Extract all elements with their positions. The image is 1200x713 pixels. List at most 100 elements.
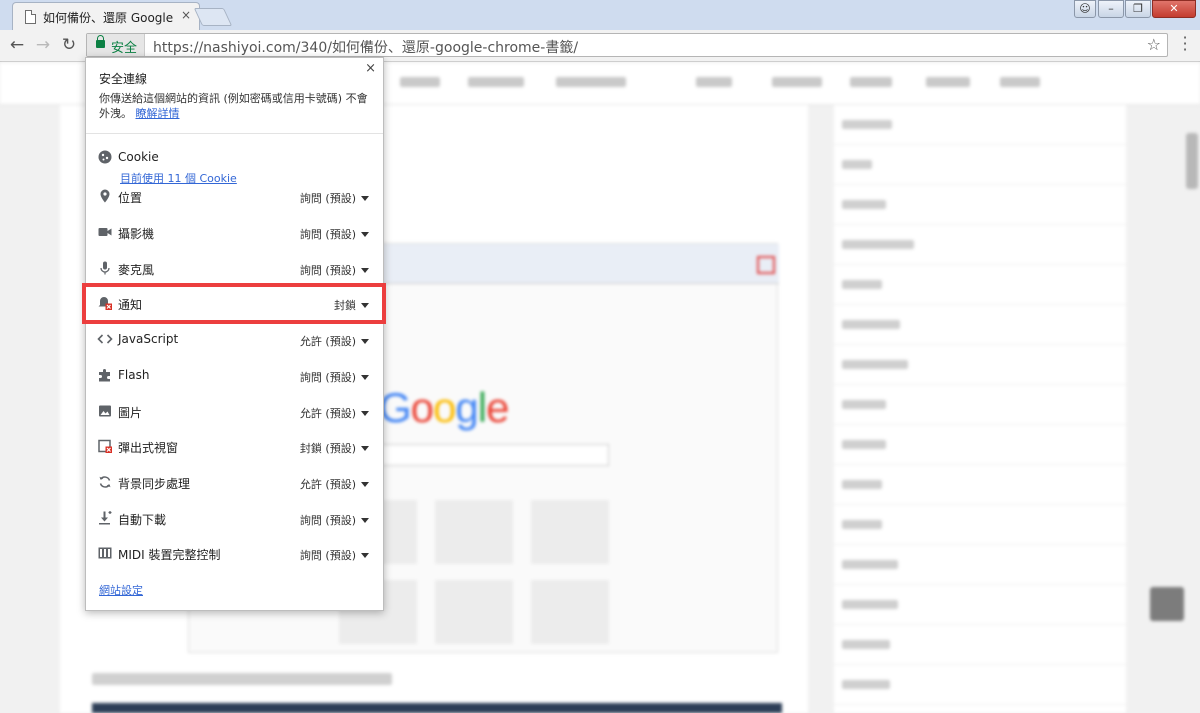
bookmark-star-icon[interactable]: ☆ [1147,35,1161,54]
auto-download-select[interactable]: 詢問 (預設) [300,512,369,528]
article-image [92,703,782,713]
nav-item[interactable] [850,77,892,87]
permission-label: Flash [118,368,150,382]
learn-more-link[interactable]: 瞭解詳情 [136,107,180,120]
address-bar[interactable]: 安全 https://nashiyoi.com/340/如何備份、還原-goog… [86,33,1168,57]
camera-select[interactable]: 詢問 (預設) [300,226,369,242]
nav-item[interactable] [1000,77,1040,87]
sidebar-categories [834,105,1126,713]
puzzle-icon [99,369,110,382]
permission-row-flash: Flash 詢問 (預設) [86,360,383,390]
title-bar: 如何備份、還原 Google × ☺ – ❐ ✕ [0,0,1200,30]
flash-select[interactable]: 詢問 (預設) [300,369,369,385]
permission-label: 彈出式視窗 [118,441,179,455]
reload-button[interactable]: ↻ [58,34,80,56]
permission-row-background-sync: 背景同步處理 允許 (預設) [86,467,383,497]
permission-row-microphone: 麥克風 詢問 (預設) [86,253,383,283]
site-info-popup: × 安全連線 你傳送給這個網站的資訊 (例如密碼或信用卡號碼) 不會外洩。 瞭解… [85,57,384,611]
connection-title: 安全連線 [99,72,148,86]
location-pin-icon [100,189,110,203]
permission-row-images: 圖片 允許 (預設) [86,396,383,426]
thumbnail-tile [435,500,513,564]
maximize-button[interactable]: ❐ [1125,0,1151,18]
background-sync-select[interactable]: 允許 (預設) [300,476,369,492]
popups-select[interactable]: 封鎖 (預設) [300,440,369,456]
sidebar-item[interactable] [842,480,882,489]
download-icon [99,511,112,525]
permission-label: JavaScript [118,332,179,346]
sidebar-item[interactable] [842,640,890,649]
nav-item[interactable] [556,77,626,87]
microphone-icon [100,261,110,275]
code-icon [97,334,113,344]
restore-icon: ❐ [1133,2,1143,15]
sidebar-item[interactable] [842,360,908,369]
screenshot-highlight [757,256,775,274]
chrome-menu-button[interactable]: · · · [1178,30,1192,58]
back-button[interactable]: ← [6,34,28,56]
site-settings-link[interactable]: 網站設定 [99,582,143,598]
sidebar-item[interactable] [842,120,892,129]
back-to-top-button[interactable] [1150,587,1184,621]
tab-close-icon[interactable]: × [181,8,191,22]
cookie-icon [98,150,112,164]
sidebar-item[interactable] [842,160,872,169]
secure-label: 安全 [111,41,138,56]
thumbnail-tile [531,500,609,564]
page-icon [25,10,36,24]
nav-item[interactable] [468,77,524,87]
sidebar-item[interactable] [842,400,886,409]
close-window-button[interactable]: ✕ [1152,0,1196,18]
nav-item[interactable] [772,77,822,87]
minimize-button[interactable]: – [1098,0,1124,18]
sidebar-item[interactable] [842,240,914,249]
location-select[interactable]: 詢問 (預設) [300,190,369,206]
tab-title: 如何備份、還原 Google [43,11,174,25]
thumbnail-tile [435,580,513,644]
permission-row-camera: 攝影機 詢問 (預設) [86,217,383,247]
popup-close-button[interactable]: × [365,61,376,76]
sidebar-item[interactable] [842,560,898,569]
scrollbar[interactable] [1186,133,1198,189]
sync-icon [99,476,111,488]
sidebar-item[interactable] [842,320,900,329]
sidebar-item[interactable] [842,520,882,529]
permission-label: 麥克風 [118,263,155,277]
permission-row-javascript: JavaScript 允許 (預設) [86,324,383,354]
piano-icon [98,547,112,559]
camera-icon [98,228,112,236]
forward-button[interactable]: → [32,34,54,56]
nav-item[interactable] [400,77,440,87]
close-icon: ✕ [1169,2,1179,15]
sidebar-item[interactable] [842,440,886,449]
nav-item[interactable] [696,77,732,87]
sidebar-item[interactable] [842,680,890,689]
popup-blocked-icon [98,439,112,453]
midi-select[interactable]: 詢問 (預設) [300,547,369,563]
annotation-highlight-box [82,283,386,324]
url-text[interactable]: https://nashiyoi.com/340/如何備份、還原-google-… [153,37,578,57]
javascript-select[interactable]: 允許 (預設) [300,333,369,349]
microphone-select[interactable]: 詢問 (預設) [300,262,369,278]
lock-icon [96,35,105,48]
security-indicator[interactable]: 安全 [87,34,145,56]
sidebar-item[interactable] [842,280,882,289]
permission-label: 自動下載 [118,513,167,527]
nav-item[interactable] [926,77,970,87]
permission-label: 攝影機 [118,227,155,241]
permission-row-auto-download: 自動下載 詢問 (預設) [86,503,383,533]
minimize-icon: – [1108,2,1114,15]
cookie-label: Cookie [118,150,159,164]
connection-description: 你傳送給這個網站的資訊 (例如密碼或信用卡號碼) 不會外洩。 瞭解詳情 [99,92,368,120]
permission-row-popups: 彈出式視窗 封鎖 (預設) [86,431,383,461]
sidebar-item[interactable] [842,600,898,609]
permission-label: 位置 [118,191,143,205]
permission-label: 圖片 [118,406,143,420]
thumbnail-tile [531,580,609,644]
profile-button[interactable]: ☺ [1074,0,1096,18]
browser-tab[interactable]: 如何備份、還原 Google × [12,2,200,30]
permission-label: MIDI 裝置完整控制 [118,548,221,562]
sidebar-item[interactable] [842,200,886,209]
screenshot-searchbox [379,444,609,466]
images-select[interactable]: 允許 (預設) [300,405,369,421]
